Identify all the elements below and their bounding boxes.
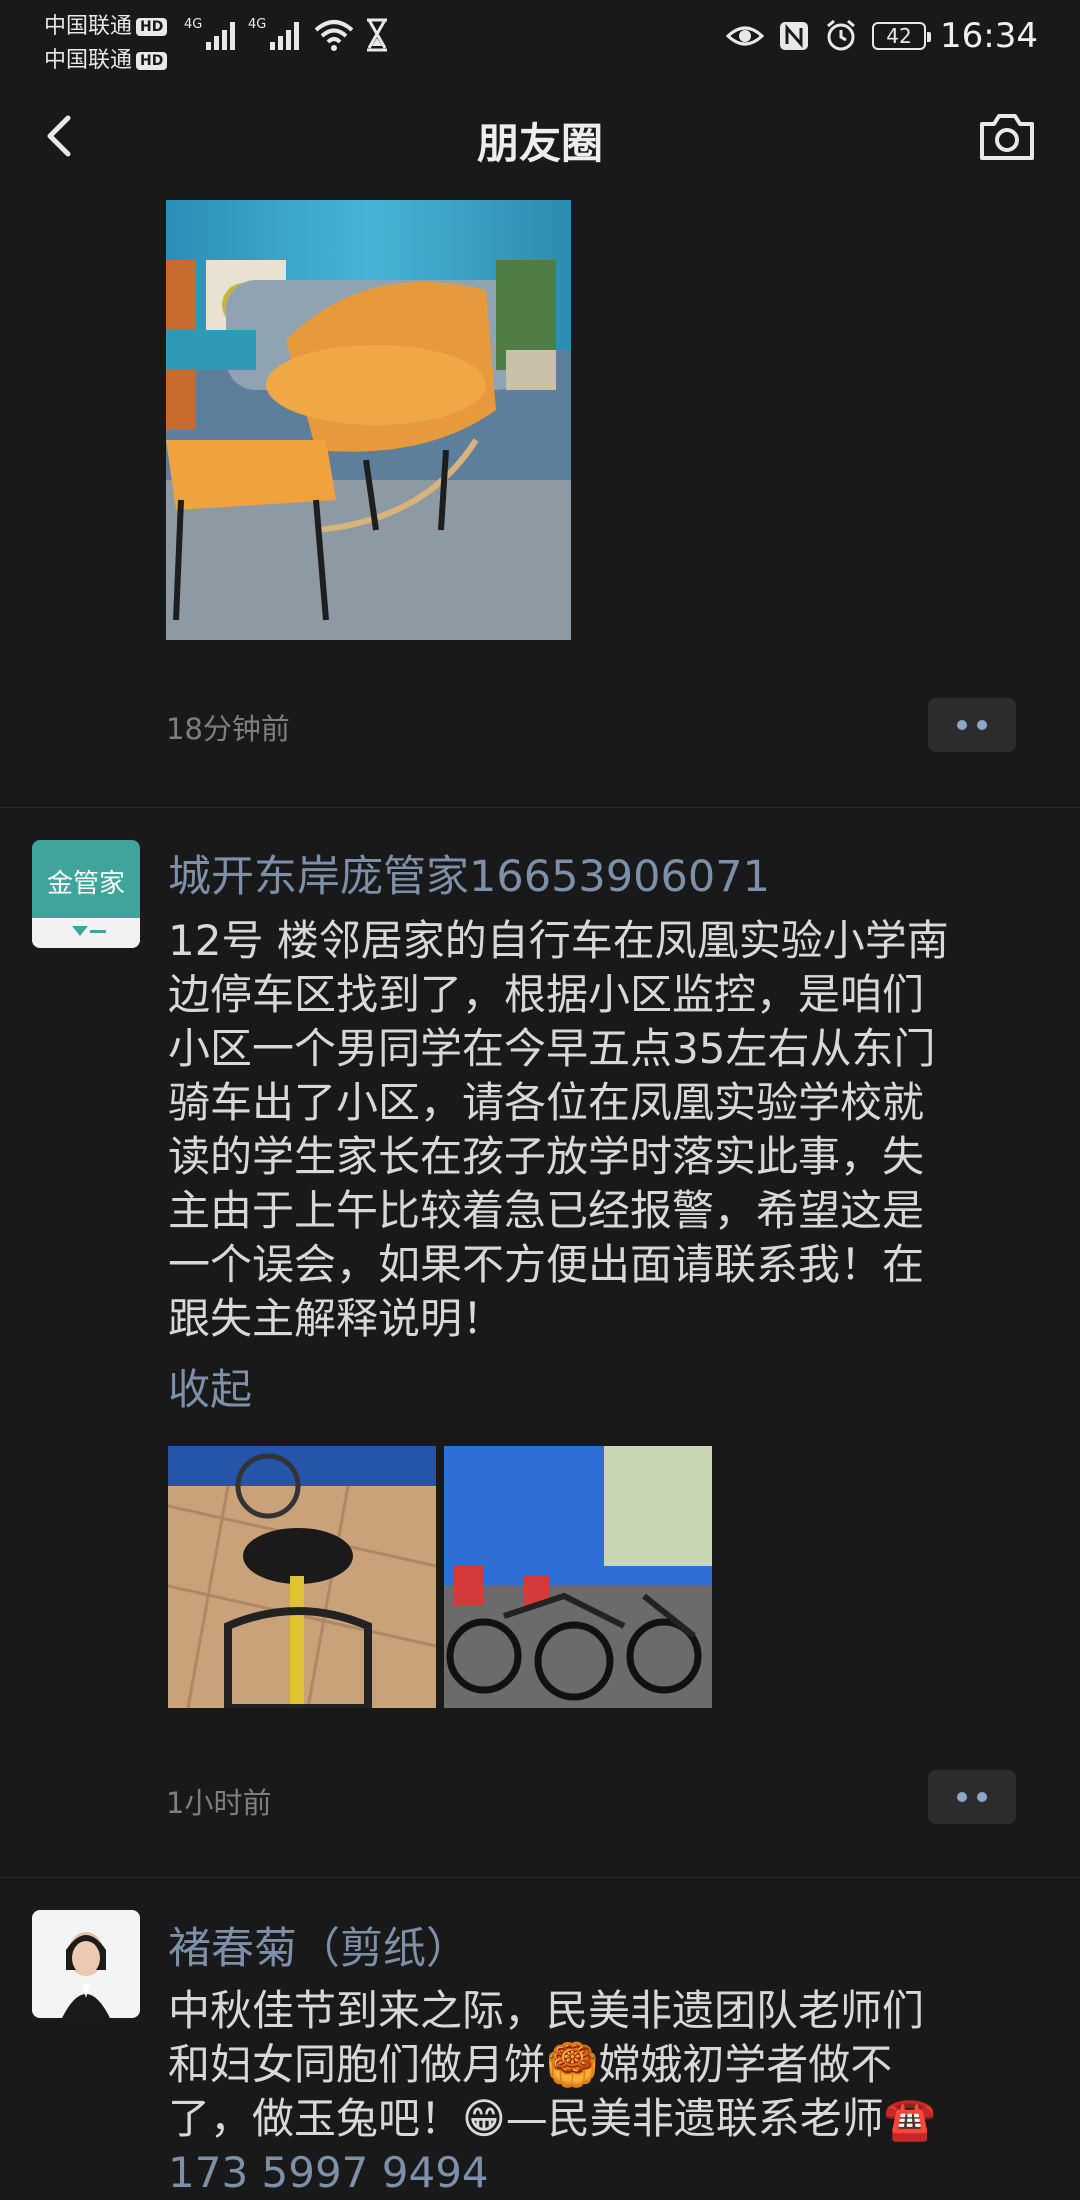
- signal-1-icon: 4G: [184, 14, 242, 54]
- hd-badge: HD: [136, 18, 168, 36]
- clock: 16:34: [940, 16, 1038, 56]
- carrier-1-label: 中国联通: [44, 14, 133, 39]
- signal-2-icon: 4G: [248, 14, 306, 54]
- carrier-2: 中国联通 HD: [44, 42, 168, 74]
- post-text-line: 中秋佳节到来之际，民美非遗团队老师们: [168, 1986, 925, 2035]
- more-dot: [957, 1792, 967, 1802]
- post-divider: [0, 1877, 1080, 1878]
- avatar-text: 金管家: [47, 869, 125, 899]
- nav-bar: 朋友圈: [0, 72, 1080, 200]
- network-2-label: 4G: [248, 17, 266, 32]
- post-text: 中秋佳节到来之际，民美非遗团队老师们 和妇女同胞们做月饼🥮嫦娥初学者做不 了，做…: [168, 1984, 1028, 2200]
- more-dot: [977, 720, 987, 730]
- post-text: 12号 楼邻居家的自行车在凤凰实验小学南 边停车区找到了，根据小区监控，是咱们 …: [168, 914, 1028, 1346]
- post-text-line: 读的学生家长在孩子放学时落实此事，失: [168, 1132, 925, 1181]
- collapse-link[interactable]: 收起: [168, 1356, 252, 1417]
- post-text-line: 骑车出了小区，请各位在凤凰实验学校就: [168, 1078, 925, 1127]
- post-text-line: 一个误会，如果不方便出面请联系我！在: [168, 1240, 925, 1289]
- post-text-line: 跟失主解释说明！: [168, 1294, 505, 1343]
- post-photo-chair[interactable]: [166, 200, 571, 640]
- post-more-button[interactable]: [928, 698, 1016, 752]
- post-text-line: 小区一个男同学在今早五点35左右从东门: [168, 1024, 936, 1073]
- post-text-line: 边停车区找到了，根据小区监控，是咱们: [168, 970, 925, 1019]
- status-right: 42 16:34: [726, 14, 1038, 58]
- post-time: 1小时前: [166, 1786, 272, 1820]
- battery-indicator: 42: [872, 22, 932, 50]
- page-title: 朋友圈: [476, 119, 603, 168]
- post-username[interactable]: 褚春菊（剪纸）: [168, 1914, 469, 1976]
- camera-button[interactable]: [978, 112, 1036, 162]
- battery-level: 42: [886, 24, 912, 48]
- avatar[interactable]: [32, 1910, 140, 2018]
- post-time: 18分钟前: [166, 712, 290, 746]
- post-divider: [0, 807, 1080, 808]
- post-text-line: 和妇女同胞们做月饼🥮嫦娥初学者做不: [168, 2040, 893, 2089]
- status-bar: 中国联通 HD 中国联通 HD 4G 4G 42 16:34: [0, 0, 1080, 74]
- alarm-icon: [827, 19, 855, 51]
- post-text-line: 12号 楼邻居家的自行车在凤凰实验小学南: [168, 916, 949, 965]
- camera-icon: [980, 114, 1034, 160]
- wifi-icon: [314, 18, 354, 52]
- network-1-label: 4G: [184, 17, 202, 32]
- post-more-button[interactable]: [928, 1770, 1016, 1824]
- post-text-line: 主由于上午比较着急已经报警，希望这是: [168, 1186, 925, 1235]
- post-photo-bike-seat[interactable]: [168, 1446, 436, 1708]
- post-username[interactable]: 城开东岸庞管家16653906071: [168, 842, 770, 904]
- more-dot: [977, 1792, 987, 1802]
- more-dot: [957, 720, 967, 730]
- carrier-1: 中国联通 HD: [44, 8, 168, 40]
- hd-badge: HD: [136, 52, 168, 70]
- post-text-line[interactable]: 173 5997 9494: [168, 2146, 1028, 2200]
- post-text-line: 了，做玉兔吧！😁—民美非遗联系老师☎️: [168, 2094, 937, 2143]
- avatar[interactable]: 金管家: [32, 840, 140, 948]
- eye-icon: [726, 26, 765, 46]
- carrier-2-label: 中国联通: [44, 48, 133, 73]
- nfc-icon: [780, 22, 809, 50]
- hourglass-icon: [364, 18, 390, 52]
- post-photo-bikes[interactable]: [444, 1446, 712, 1708]
